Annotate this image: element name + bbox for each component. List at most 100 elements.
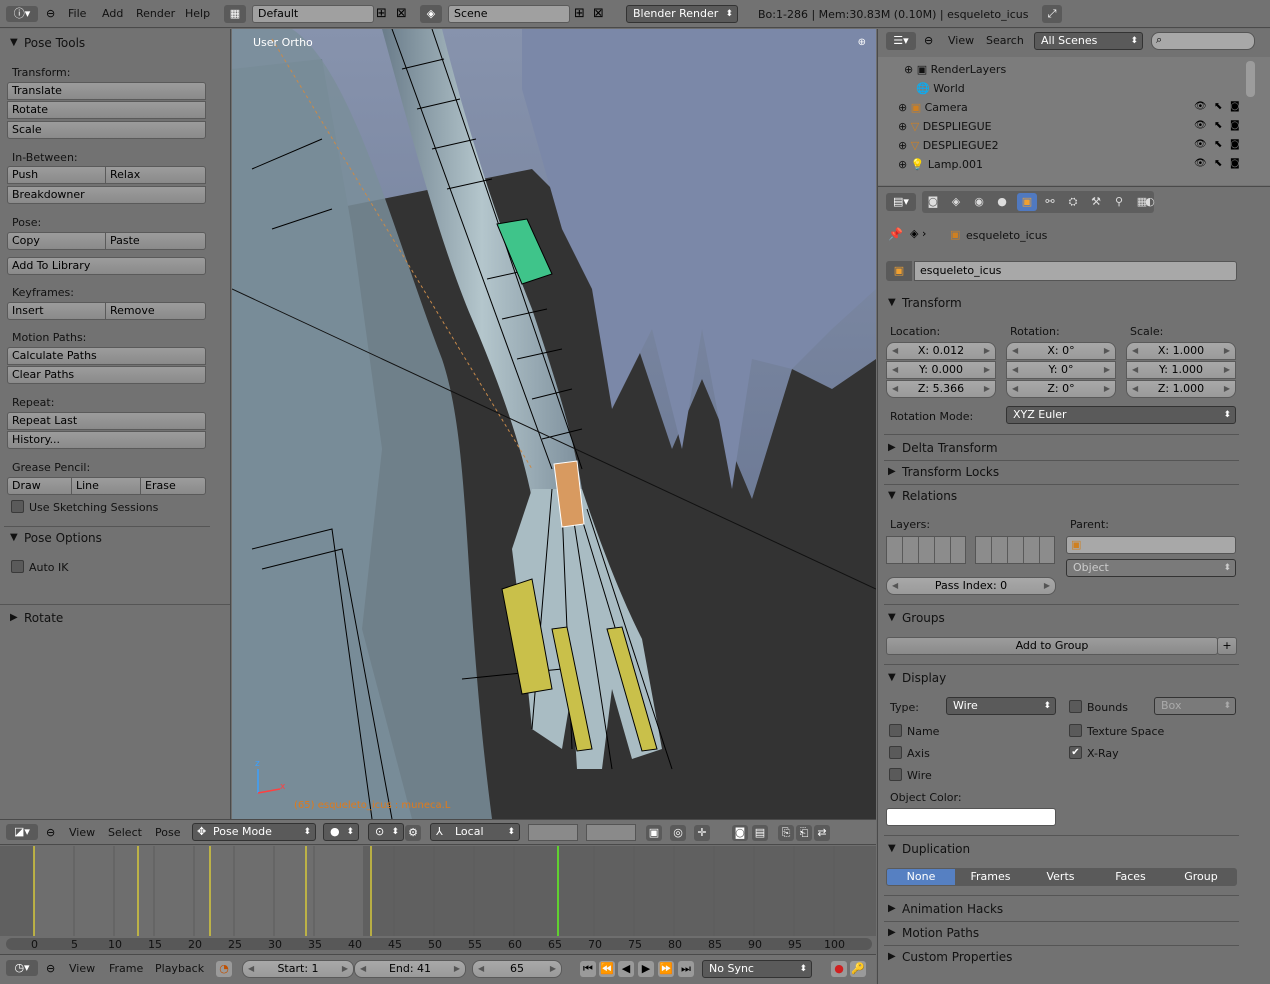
draw-button[interactable]: Draw — [7, 477, 72, 495]
add-to-group-button[interactable]: Add to Group — [886, 637, 1218, 655]
render-engine-select[interactable]: Blender Render ⬍ — [626, 5, 738, 23]
dup-none-button[interactable]: None — [886, 868, 956, 886]
rotation-x-field[interactable]: ◀ X: 0° ▶ — [1006, 342, 1116, 360]
dup-faces-button[interactable]: Faces — [1095, 868, 1166, 886]
object-tab-icon[interactable]: ▣ — [1017, 193, 1037, 211]
properties-editor-icon[interactable]: ▤▾ — [886, 193, 916, 211]
lock-layers-icon[interactable]: ▣ — [646, 825, 662, 841]
copy-pose-icon[interactable]: ⎘ — [778, 825, 794, 841]
shading-select[interactable]: ● ⬍ — [323, 823, 359, 841]
bone-tab-icon[interactable]: ⚲ — [1111, 194, 1127, 210]
auto-ik-checkbox[interactable] — [11, 560, 24, 573]
line-button[interactable]: Line — [71, 477, 141, 495]
layers-grid-2[interactable] — [975, 536, 1055, 564]
pivot-select[interactable]: ⊙ ⬍ — [368, 823, 404, 841]
pass-index-field[interactable]: ◀ Pass Index: 0 ▶ — [886, 577, 1056, 595]
add-to-library-button[interactable]: Add To Library — [7, 257, 206, 275]
screen-layout-icon[interactable]: ▦ — [224, 5, 246, 23]
3d-viewport[interactable]: User Ortho ⊕ z x (65) esqueleto_icus : m… — [232, 29, 876, 819]
scale-x-field[interactable]: ◀ X: 1.000 ▶ — [1126, 342, 1236, 360]
history-button[interactable]: History... — [7, 431, 206, 449]
add-group-plus-icon[interactable]: + — [1217, 637, 1237, 655]
play-icon[interactable]: ▶ — [638, 961, 654, 977]
delta-transform-header[interactable]: ▶ Delta Transform — [878, 438, 1270, 458]
mode-select[interactable]: ✥ Pose Mode ⬍ — [192, 823, 316, 841]
menu-pose[interactable]: Pose — [155, 820, 180, 846]
collapse-icon[interactable]: ⊖ — [46, 7, 55, 20]
despliegue2-row[interactable]: ⊕ ▽ DESPLIEGUE2 — [898, 139, 999, 152]
record-icon[interactable]: ● — [831, 961, 847, 977]
preview-range-icon[interactable]: ◔ — [216, 961, 232, 977]
paste-pose-button[interactable]: Paste — [105, 232, 206, 250]
scale-button[interactable]: Scale — [7, 121, 206, 139]
remove-scene-icon[interactable]: ⊠ — [593, 6, 604, 21]
texture-space-checkbox[interactable] — [1069, 724, 1082, 737]
scene-icon[interactable]: ◈ — [420, 5, 442, 23]
relations-header[interactable]: ▼ Relations — [878, 486, 1270, 506]
pose-tools-header[interactable]: ▼ Pose Tools — [0, 33, 230, 53]
collapse-icon[interactable]: ⊖ — [46, 826, 55, 839]
render-camera-icon[interactable]: ◙ — [1230, 158, 1240, 169]
render-camera-icon[interactable]: ◙ — [1230, 120, 1240, 131]
select-cursor-icon[interactable]: ⬉ — [1214, 139, 1222, 150]
name-checkbox[interactable] — [889, 724, 902, 737]
bounds-type-select[interactable]: Box ⬍ — [1154, 697, 1236, 715]
layers-grid-1[interactable] — [886, 536, 966, 564]
despliegue-row[interactable]: ⊕ ▽ DESPLIEGUE — [898, 120, 992, 133]
rotation-z-field[interactable]: ◀ Z: 0° ▶ — [1006, 380, 1116, 398]
display-type-select[interactable]: Wire ⬍ — [946, 697, 1056, 715]
scene-tab-icon[interactable]: ◉ — [971, 194, 987, 210]
breakdowner-button[interactable]: Breakdowner — [7, 186, 206, 204]
menu-view[interactable]: View — [69, 955, 95, 983]
proportional-edit-icon[interactable]: ◎ — [670, 825, 686, 841]
pin-icon[interactable]: 📌 — [888, 227, 903, 241]
render-tab-icon[interactable]: ◙ — [925, 194, 941, 210]
select-cursor-icon[interactable]: ⬉ — [1214, 158, 1222, 169]
visibility-eye-icon[interactable]: 👁 — [1194, 158, 1207, 169]
render-anim-icon[interactable]: ▤ — [752, 825, 768, 841]
render-camera-icon[interactable]: ◙ — [1230, 139, 1240, 150]
menu-help[interactable]: Help — [185, 0, 210, 28]
jump-start-icon[interactable]: ⏮ — [580, 961, 596, 977]
constraints-tab-icon[interactable]: ⚯ — [1042, 194, 1058, 210]
location-y-field[interactable]: ◀ Y: 0.000 ▶ — [886, 361, 996, 379]
rotate-operator-header[interactable]: ▶ Rotate — [0, 608, 230, 628]
duplication-header[interactable]: ▼ Duplication — [878, 839, 1270, 859]
parent-field[interactable]: ▣ — [1066, 536, 1236, 554]
timeline-editor-icon[interactable]: ◷▾ — [6, 960, 38, 976]
end-frame-field[interactable]: ◀ End: 41 ▶ — [354, 960, 466, 978]
object-name-input[interactable]: esqueleto_icus — [914, 261, 1237, 281]
editor-type-icon[interactable]: ◪▾ — [6, 824, 38, 840]
select-cursor-icon[interactable]: ⬉ — [1214, 101, 1222, 112]
scene-field[interactable]: Scene — [448, 5, 570, 23]
add-layout-icon[interactable]: ⊞ — [376, 6, 387, 21]
parent-type-select[interactable]: Object ⬍ — [1066, 559, 1236, 577]
dup-frames-button[interactable]: Frames — [955, 868, 1026, 886]
collapse-icon[interactable]: ⊖ — [924, 34, 933, 47]
world-tab-icon[interactable]: ● — [994, 194, 1010, 210]
render-camera-icon[interactable]: ◙ — [1230, 101, 1240, 112]
location-x-field[interactable]: ◀ X: 0.012 ▶ — [886, 342, 996, 360]
manipulator-icon[interactable]: ⚙ — [405, 825, 421, 841]
rotation-y-field[interactable]: ◀ Y: 0° ▶ — [1006, 361, 1116, 379]
outliner-search-input[interactable]: ⌕ — [1151, 32, 1255, 50]
menu-view[interactable]: View — [69, 820, 95, 846]
custom-properties-header[interactable]: ▶ Custom Properties — [878, 947, 1270, 967]
menu-render[interactable]: Render — [136, 0, 175, 28]
axis-checkbox[interactable] — [889, 746, 902, 759]
transform-panel-header[interactable]: ▼ Transform — [878, 293, 1270, 313]
erase-button[interactable]: Erase — [140, 477, 206, 495]
bounds-checkbox[interactable] — [1069, 700, 1082, 713]
push-button[interactable]: Push — [7, 166, 106, 184]
xray-checkbox[interactable]: ✔ — [1069, 746, 1082, 759]
remove-keyframe-button[interactable]: Remove — [105, 302, 206, 320]
outliner-editor-icon[interactable]: ☰▾ — [886, 32, 916, 50]
repeat-last-button[interactable]: Repeat Last — [7, 412, 206, 430]
play-reverse-icon[interactable]: ◀ — [618, 961, 634, 977]
dup-verts-button[interactable]: Verts — [1025, 868, 1096, 886]
camera-row[interactable]: ⊕ ▣ Camera — [898, 101, 968, 114]
scale-y-field[interactable]: ◀ Y: 1.000 ▶ — [1126, 361, 1236, 379]
motion-paths-header[interactable]: ▶ Motion Paths — [878, 923, 1270, 943]
visibility-eye-icon[interactable]: 👁 — [1194, 120, 1207, 131]
transform-locks-header[interactable]: ▶ Transform Locks — [878, 462, 1270, 482]
